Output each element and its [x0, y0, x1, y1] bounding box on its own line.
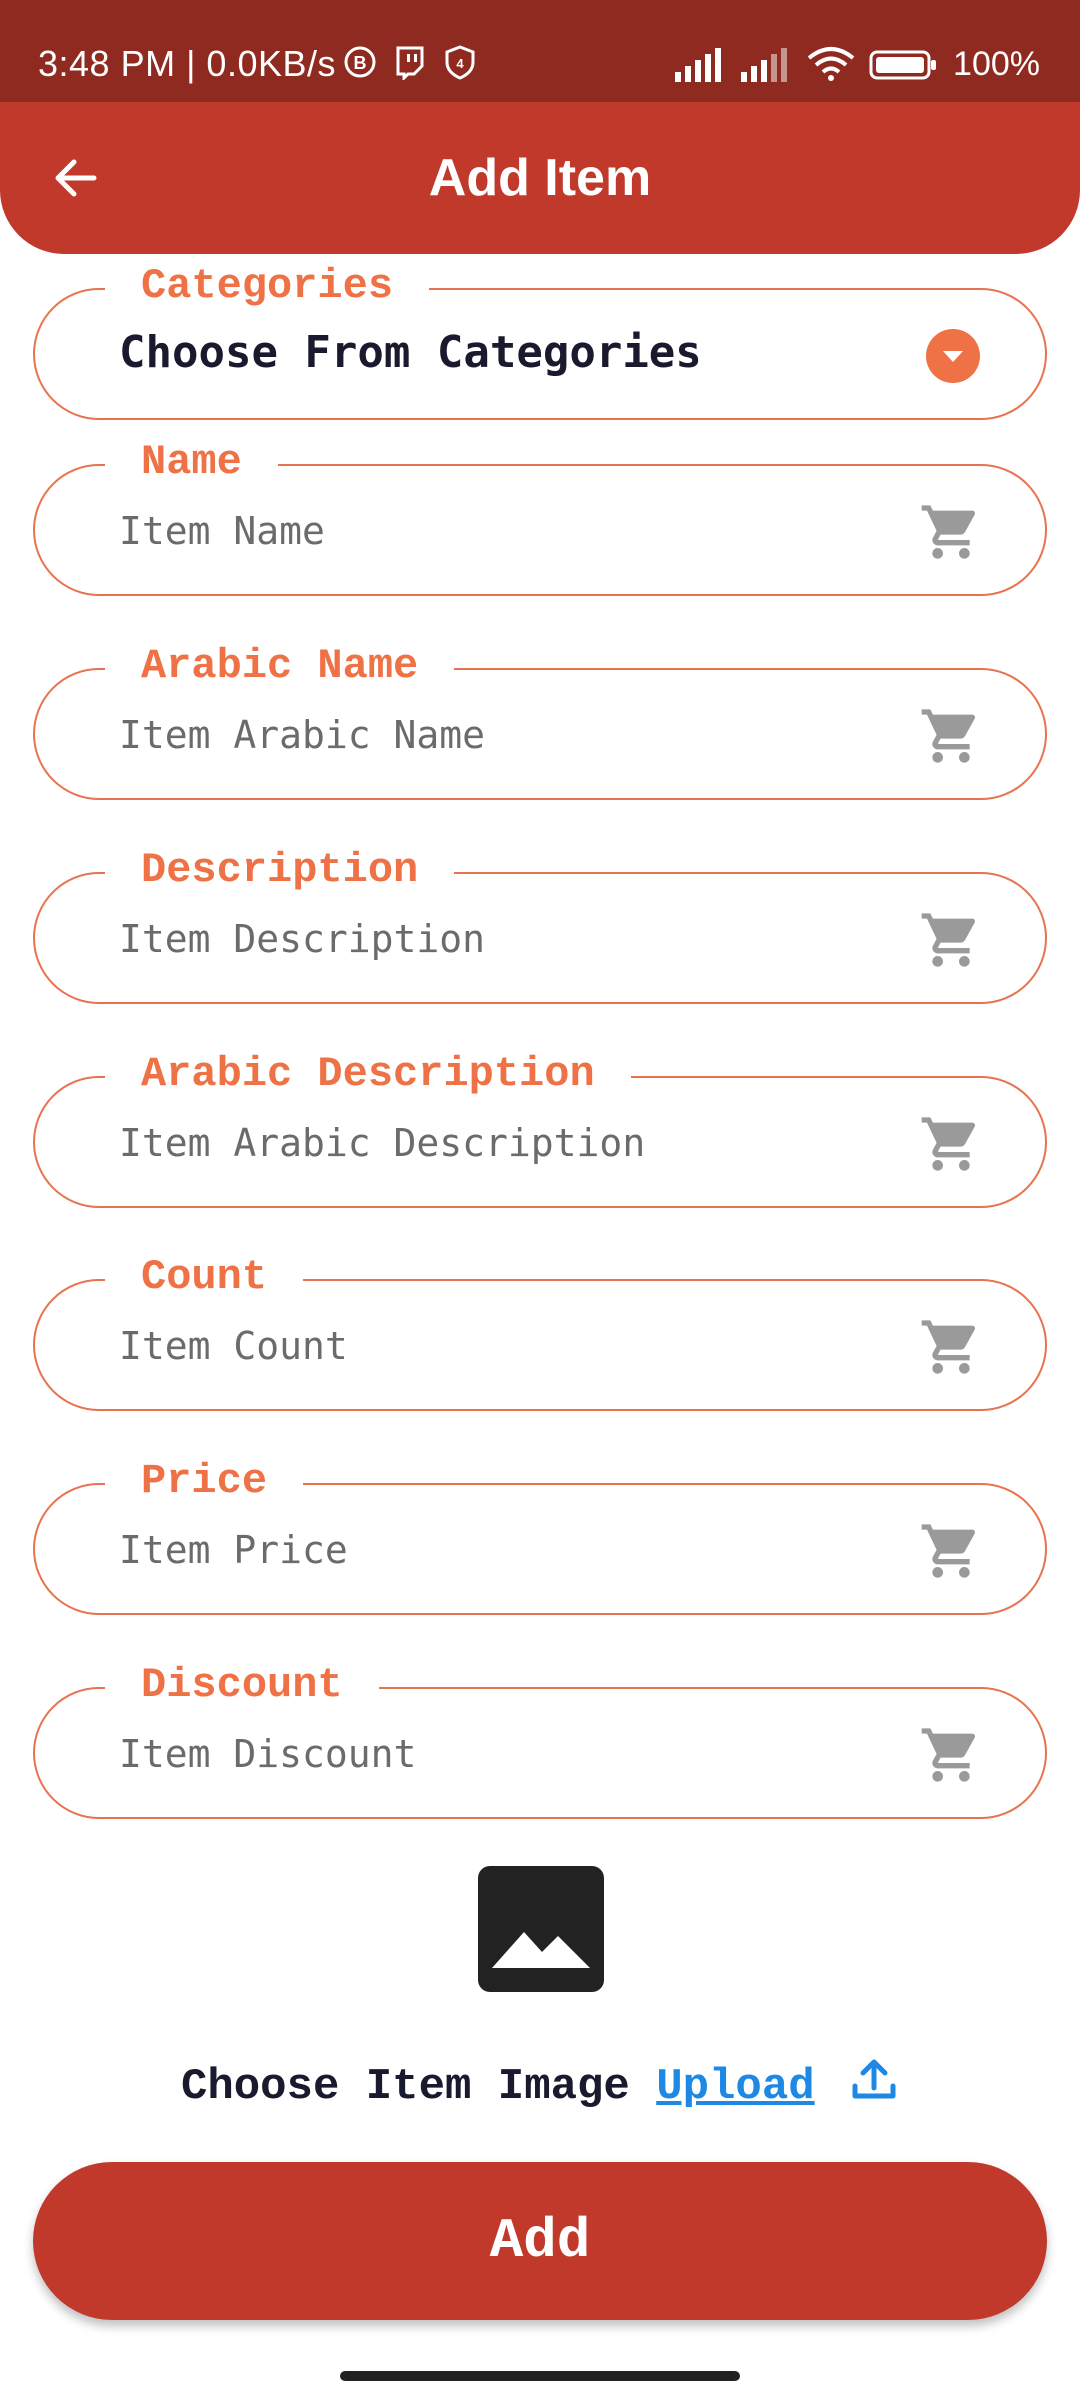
cart-icon	[921, 913, 976, 967]
arabic-name-label: Arabic Name	[105, 638, 455, 694]
battery-icon	[869, 50, 937, 80]
page-title: Add Item	[428, 149, 652, 207]
cart-icon	[921, 1728, 976, 1782]
battery-percent: 100%	[953, 45, 1040, 83]
name-input[interactable]: Item Name	[119, 504, 325, 558]
discount-input[interactable]: Item Discount	[119, 1727, 416, 1781]
arabic-description-input[interactable]: Item Arabic Description	[119, 1116, 645, 1170]
price-field[interactable]: Price Item Price	[33, 1453, 1047, 1615]
add-button[interactable]: Add	[33, 2162, 1047, 2320]
price-label: Price	[105, 1453, 304, 1509]
count-input[interactable]: Item Count	[119, 1319, 348, 1373]
choose-image-label: Choose Item Image	[180, 2062, 630, 2112]
arabic-description-label: Arabic Description	[105, 1046, 631, 1102]
home-indicator[interactable]	[340, 2371, 740, 2381]
signal-icon	[675, 48, 722, 82]
image-upload-row: Choose Item Image Upload	[0, 2054, 1080, 2115]
upload-link[interactable]: Upload	[656, 2062, 814, 2112]
categories-value: Choose From Categories	[119, 327, 702, 378]
status-time: 3:48 PM | 0.0KB/s	[38, 43, 336, 84]
app-bar: Add Item	[0, 102, 1080, 254]
twitch-icon	[396, 46, 424, 80]
arabic-name-field[interactable]: Arabic Name Item Arabic Name	[33, 638, 1047, 800]
signal-icon-2	[741, 48, 788, 82]
discount-label: Discount	[105, 1657, 379, 1713]
name-field[interactable]: Name Item Name	[33, 434, 1047, 596]
categories-dropdown[interactable]: Categories Choose From Categories	[33, 258, 1047, 420]
cart-icon	[921, 505, 976, 559]
count-label: Count	[105, 1249, 304, 1305]
svg-text:4: 4	[456, 56, 464, 71]
cart-icon	[921, 709, 976, 763]
arabic-description-field[interactable]: Arabic Description Item Arabic Descripti…	[33, 1046, 1047, 1208]
wifi-icon	[807, 47, 855, 81]
description-label: Description	[105, 842, 455, 898]
b-badge-icon: B	[344, 46, 376, 78]
cart-icon	[921, 1320, 976, 1374]
name-label: Name	[105, 434, 278, 490]
price-input[interactable]: Item Price	[119, 1523, 348, 1577]
cart-icon	[921, 1117, 976, 1171]
description-field[interactable]: Description Item Description	[33, 842, 1047, 1004]
dropdown-icon	[926, 329, 980, 383]
cart-icon	[921, 1524, 976, 1578]
discount-field[interactable]: Discount Item Discount	[33, 1657, 1047, 1819]
image-icon[interactable]	[478, 1866, 604, 1992]
arabic-name-input[interactable]: Item Arabic Name	[119, 708, 485, 762]
shield-icon: 4	[445, 45, 475, 80]
status-bar: 3:48 PM | 0.0KB/s B 4 100%	[0, 0, 1080, 102]
categories-label: Categories	[105, 258, 430, 314]
count-field[interactable]: Count Item Count	[33, 1249, 1047, 1411]
svg-text:B: B	[354, 53, 367, 73]
description-input[interactable]: Item Description	[119, 912, 485, 966]
upload-icon[interactable]	[849, 2054, 899, 2104]
